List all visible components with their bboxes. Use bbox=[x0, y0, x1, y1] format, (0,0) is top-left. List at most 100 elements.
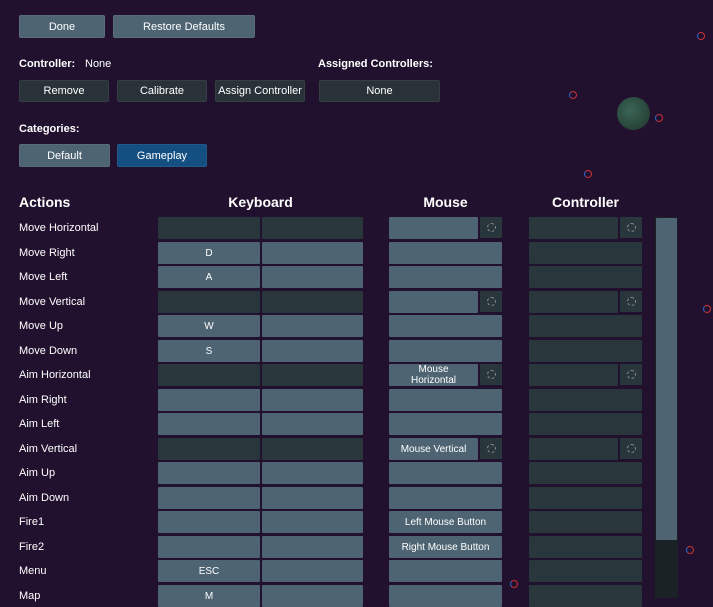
mouse-binding[interactable]: Mouse Vertical bbox=[389, 438, 478, 460]
keyboard-binding-1[interactable] bbox=[158, 487, 260, 509]
action-label: Aim Right bbox=[19, 394, 67, 406]
axis-settings-icon[interactable] bbox=[480, 217, 502, 238]
keyboard-binding-2[interactable] bbox=[262, 242, 363, 264]
controller-binding[interactable] bbox=[529, 462, 642, 484]
mouse-binding[interactable]: Left Mouse Button bbox=[389, 511, 502, 533]
controller-binding[interactable] bbox=[529, 585, 642, 607]
axis-settings-icon[interactable] bbox=[480, 364, 502, 385]
keyboard-binding-1[interactable] bbox=[158, 536, 260, 558]
assigned-controllers-label: Assigned Controllers: bbox=[318, 58, 433, 70]
mouse-binding[interactable] bbox=[389, 462, 502, 484]
keyboard-binding-1[interactable]: S bbox=[158, 340, 260, 362]
keyboard-binding-1[interactable]: D bbox=[158, 242, 260, 264]
action-label: Aim Down bbox=[19, 492, 70, 504]
remove-button[interactable]: Remove bbox=[19, 80, 109, 102]
ship-sprite bbox=[697, 32, 705, 40]
axis-settings-icon[interactable] bbox=[620, 364, 642, 385]
action-label: Move Horizontal bbox=[19, 222, 99, 234]
controller-value: None bbox=[85, 58, 112, 70]
keyboard-binding-1[interactable] bbox=[158, 217, 260, 239]
controller-binding[interactable] bbox=[529, 389, 642, 411]
axis-settings-icon[interactable] bbox=[480, 438, 502, 459]
controller-binding[interactable] bbox=[529, 438, 618, 460]
mouse-binding[interactable] bbox=[389, 487, 502, 509]
assigned-controllers-value[interactable]: None bbox=[319, 80, 440, 102]
category-default-button[interactable]: Default bbox=[19, 144, 110, 167]
axis-settings-icon[interactable] bbox=[620, 438, 642, 459]
controller-binding[interactable] bbox=[529, 511, 642, 533]
controller-binding[interactable] bbox=[529, 315, 642, 337]
ship-sprite bbox=[584, 170, 592, 178]
keyboard-binding-1[interactable]: ESC bbox=[158, 560, 260, 582]
controller-binding[interactable] bbox=[529, 487, 642, 509]
category-gameplay-button[interactable]: Gameplay bbox=[117, 144, 207, 167]
axis-settings-icon[interactable] bbox=[620, 291, 642, 312]
keyboard-binding-1[interactable] bbox=[158, 511, 260, 533]
done-button[interactable]: Done bbox=[19, 15, 105, 38]
scrollbar-thumb[interactable] bbox=[656, 218, 677, 540]
action-label: Aim Up bbox=[19, 467, 56, 479]
action-label: Fire1 bbox=[19, 516, 45, 528]
controller-binding[interactable] bbox=[529, 340, 642, 362]
keyboard-binding-2[interactable] bbox=[262, 511, 363, 533]
action-label: Move Down bbox=[19, 345, 78, 357]
mouse-binding[interactable]: Right Mouse Button bbox=[389, 536, 502, 558]
mouse-binding[interactable] bbox=[389, 560, 502, 582]
keyboard-binding-2[interactable] bbox=[262, 438, 363, 460]
axis-settings-icon[interactable] bbox=[620, 217, 642, 238]
controller-binding[interactable] bbox=[529, 242, 642, 264]
keyboard-binding-1[interactable] bbox=[158, 291, 260, 313]
mouse-binding[interactable] bbox=[389, 242, 502, 264]
mouse-binding[interactable] bbox=[389, 266, 502, 288]
keyboard-binding-2[interactable] bbox=[262, 389, 363, 411]
keyboard-binding-2[interactable] bbox=[262, 340, 363, 362]
axis-settings-icon[interactable] bbox=[480, 291, 502, 312]
keyboard-binding-1[interactable] bbox=[158, 389, 260, 411]
controller-binding[interactable] bbox=[529, 217, 618, 239]
keyboard-binding-2[interactable] bbox=[262, 585, 363, 607]
controller-label: Controller: bbox=[19, 58, 76, 70]
restore-defaults-button[interactable]: Restore Defaults bbox=[113, 15, 255, 38]
keyboard-binding-2[interactable] bbox=[262, 462, 363, 484]
controller-binding[interactable] bbox=[529, 536, 642, 558]
mouse-binding[interactable] bbox=[389, 315, 502, 337]
keyboard-binding-1[interactable] bbox=[158, 413, 260, 435]
keyboard-binding-2[interactable] bbox=[262, 487, 363, 509]
keyboard-binding-2[interactable] bbox=[262, 217, 363, 239]
keyboard-binding-2[interactable] bbox=[262, 364, 363, 386]
controller-binding[interactable] bbox=[529, 291, 618, 313]
keyboard-binding-2[interactable] bbox=[262, 413, 363, 435]
ship-sprite bbox=[686, 546, 694, 554]
planet-sprite bbox=[617, 97, 650, 130]
controller-binding[interactable] bbox=[529, 560, 642, 582]
keyboard-header: Keyboard bbox=[228, 194, 293, 210]
controller-binding[interactable] bbox=[529, 364, 618, 386]
mouse-binding[interactable] bbox=[389, 389, 502, 411]
controller-binding[interactable] bbox=[529, 413, 642, 435]
mouse-binding[interactable] bbox=[389, 217, 478, 239]
keyboard-binding-2[interactable] bbox=[262, 291, 363, 313]
mouse-binding[interactable] bbox=[389, 340, 502, 362]
keyboard-binding-1[interactable] bbox=[158, 438, 260, 460]
keyboard-binding-1[interactable]: A bbox=[158, 266, 260, 288]
action-label: Move Left bbox=[19, 271, 68, 283]
keyboard-binding-1[interactable] bbox=[158, 364, 260, 386]
mouse-binding[interactable] bbox=[389, 291, 478, 313]
assign-controller-button[interactable]: Assign Controller bbox=[215, 80, 305, 102]
keyboard-binding-2[interactable] bbox=[262, 536, 363, 558]
action-label: Aim Horizontal bbox=[19, 369, 91, 381]
calibrate-button[interactable]: Calibrate bbox=[117, 80, 207, 102]
keyboard-binding-1[interactable]: W bbox=[158, 315, 260, 337]
keyboard-binding-2[interactable] bbox=[262, 560, 363, 582]
mouse-binding[interactable] bbox=[389, 585, 502, 607]
keyboard-binding-1[interactable] bbox=[158, 462, 260, 484]
action-label: Aim Vertical bbox=[19, 443, 78, 455]
keyboard-binding-2[interactable] bbox=[262, 266, 363, 288]
controller-binding[interactable] bbox=[529, 266, 642, 288]
categories-label: Categories: bbox=[19, 123, 80, 135]
mouse-binding[interactable]: Mouse Horizontal bbox=[389, 364, 478, 386]
mouse-binding[interactable] bbox=[389, 413, 502, 435]
keyboard-binding-1[interactable]: M bbox=[158, 585, 260, 607]
action-label: Move Vertical bbox=[19, 296, 86, 308]
keyboard-binding-2[interactable] bbox=[262, 315, 363, 337]
